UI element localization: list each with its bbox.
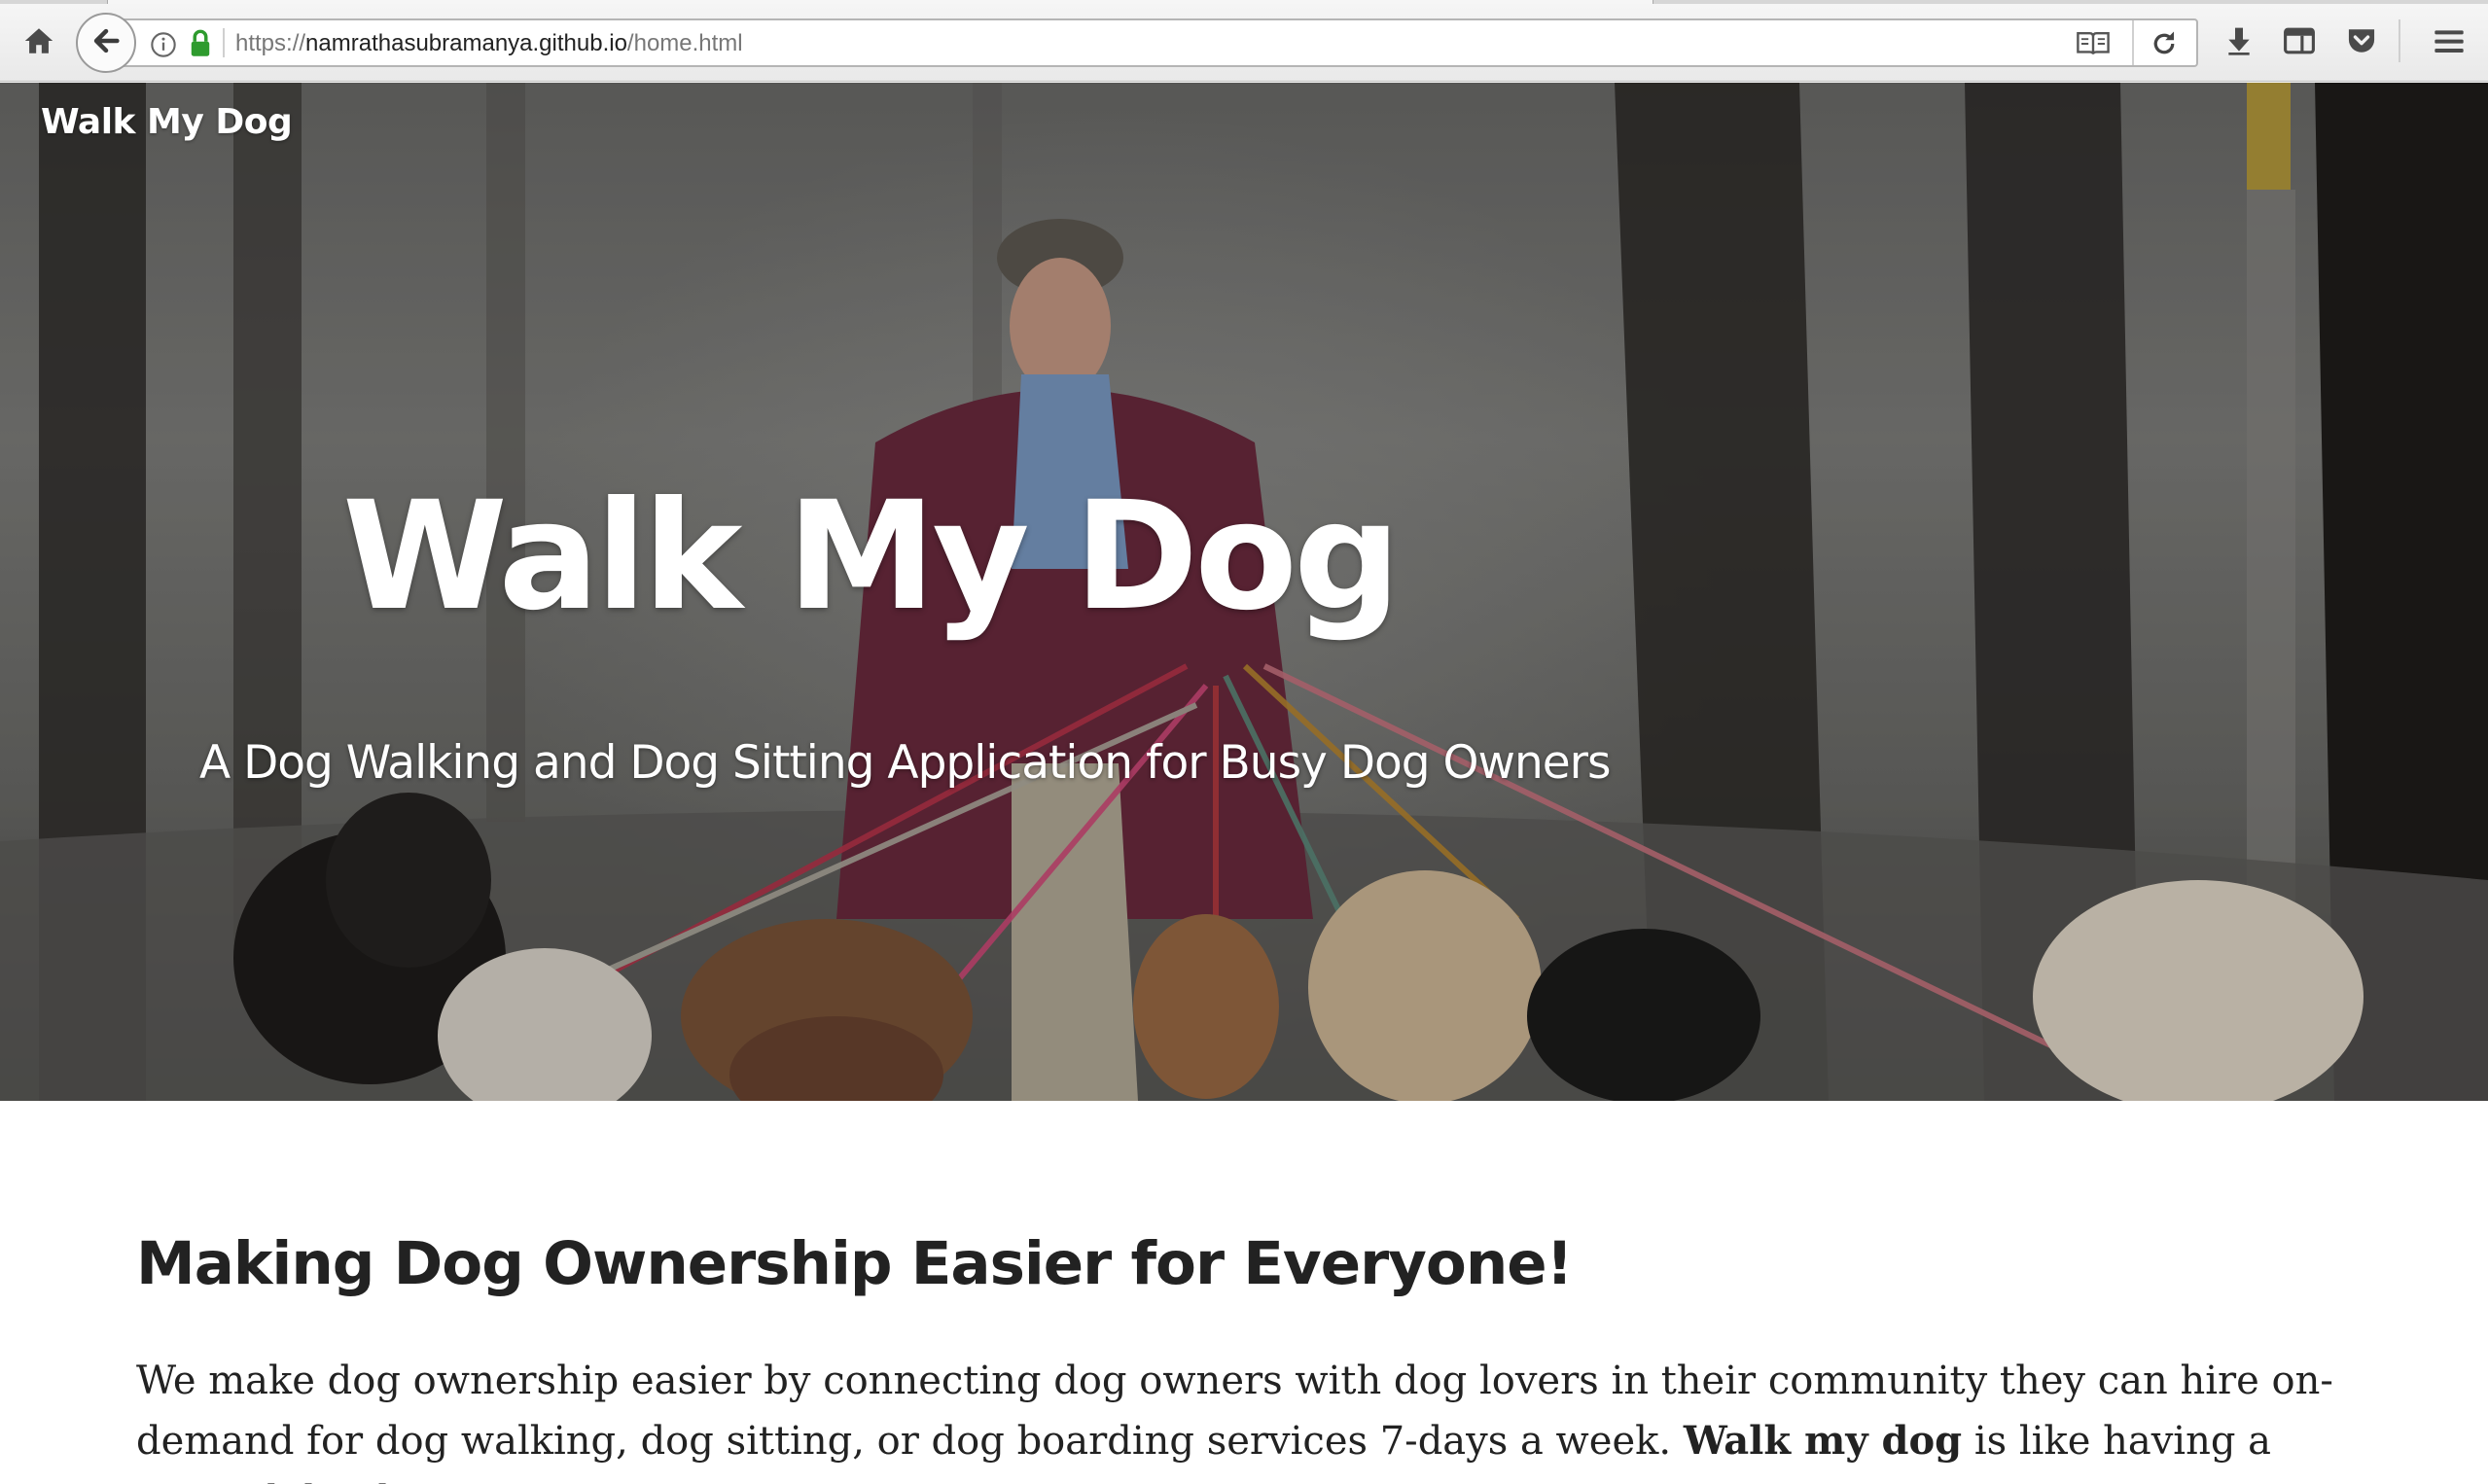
address-bar[interactable]: https://namrathasubramanya.github.io/hom… [119, 18, 2198, 67]
intro-brand-emphasis: Walk my dog [1683, 1418, 1963, 1464]
url-text[interactable]: https://namrathasubramanya.github.io/hom… [235, 30, 743, 57]
tab-strip [0, 0, 2488, 4]
home-icon[interactable] [16, 18, 62, 64]
active-tab-edge[interactable] [107, 0, 1653, 4]
download-icon[interactable] [2216, 18, 2262, 64]
info-icon[interactable] [150, 31, 177, 62]
browser-toolbar: https://namrathasubramanya.github.io/hom… [0, 0, 2488, 82]
hero-section: Walk My Dog Walk My Dog A Dog Walking an… [0, 83, 2488, 1101]
reload-icon[interactable] [2150, 29, 2179, 62]
url-scheme: https:// [235, 30, 306, 56]
url-path: /home.html [626, 30, 743, 56]
brand-link[interactable]: Walk My Dog [41, 102, 293, 142]
hero-subtitle: A Dog Walking and Dog Sitting Applicatio… [199, 736, 1611, 790]
hamburger-menu-icon[interactable] [2426, 18, 2472, 64]
url-host: namrathasubramanya.github.io [305, 30, 627, 56]
sidebar-icon[interactable] [2276, 18, 2323, 64]
toolbar-separator [2399, 19, 2400, 62]
intro-paragraph: We make dog ownership easier by connecti… [136, 1352, 2373, 1484]
lock-icon[interactable] [189, 29, 212, 62]
hero-title: Walk My Dog [342, 470, 1401, 644]
pocket-icon[interactable] [2338, 18, 2385, 64]
url-separator [223, 28, 225, 57]
section-heading: Making Dog Ownership Easier for Everyone… [136, 1229, 1573, 1298]
reader-view-icon[interactable] [2076, 29, 2111, 62]
back-arrow-icon [89, 24, 123, 61]
urlbar-divider [2132, 20, 2134, 65]
back-button[interactable] [76, 13, 136, 73]
